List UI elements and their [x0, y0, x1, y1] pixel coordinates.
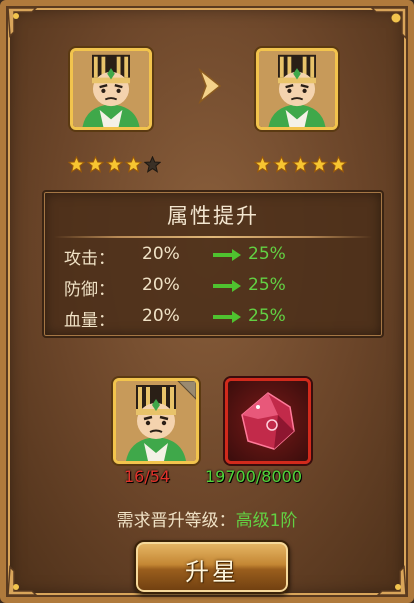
attribute-base-value: 20%: [142, 306, 180, 326]
next-star-rating: [254, 156, 347, 173]
hero-portrait-icon: [259, 51, 335, 127]
attribute-new-value: 25%: [248, 275, 286, 295]
current-star-rating: [68, 156, 161, 173]
upgrade-star-button-label: 升星: [185, 558, 239, 586]
hero-portrait-icon: [73, 51, 149, 127]
attribute-row-defense: 防御： 20% 25%: [64, 275, 364, 300]
star-filled-icon: [87, 156, 104, 173]
close-button[interactable]: [368, 6, 408, 42]
red-gem-icon: [241, 392, 295, 450]
attribute-base-value: 20%: [142, 275, 180, 295]
requirement-line: 需求晋升等级：高级1阶: [6, 506, 408, 531]
next-hero-portrait[interactable]: [256, 48, 338, 130]
hero-shard-slot[interactable]: [113, 378, 199, 464]
hero-shard-count: 16/54: [124, 467, 171, 486]
green-arrow-icon: [213, 280, 241, 292]
attribute-new-value: 25%: [248, 306, 286, 326]
star-filled-icon: [292, 156, 309, 173]
star-filled-icon: [106, 156, 123, 173]
upgrade-arrow-icon: [198, 68, 222, 104]
requirement-label: 需求晋升等级：: [116, 511, 236, 531]
corner-ornament-icon: [6, 6, 40, 40]
gem-material-slot[interactable]: [225, 378, 311, 464]
star-filled-icon: [330, 156, 347, 173]
attribute-label: 防御：: [64, 280, 115, 300]
star-filled-icon: [273, 156, 290, 173]
attribute-new-value: 25%: [248, 244, 286, 264]
green-arrow-icon: [213, 249, 241, 261]
upgrade-star-button[interactable]: 升星: [134, 540, 290, 594]
star-filled-icon: [311, 156, 328, 173]
attribute-row-attack: 攻击： 20% 25%: [64, 244, 364, 269]
gem-count: 19700/8000: [205, 467, 303, 486]
divider: [54, 236, 372, 238]
attribute-boost-title: 属性提升: [167, 204, 259, 228]
attribute-label: 血量：: [64, 311, 115, 331]
star-empty-icon: [144, 156, 161, 173]
attribute-row-hp: 血量： 20% 25%: [64, 306, 364, 331]
star-filled-icon: [125, 156, 142, 173]
corner-ornament-icon: [6, 563, 40, 597]
star-filled-icon: [68, 156, 85, 173]
attribute-boost-box: 属性提升 攻击： 20% 25% 防御： 20% 25% 血量： 20% 25%: [42, 190, 384, 338]
attribute-label: 攻击：: [64, 249, 115, 269]
attribute-base-value: 20%: [142, 244, 180, 264]
corner-ornament-icon: [374, 563, 408, 597]
green-arrow-icon: [213, 311, 241, 323]
star-filled-icon: [254, 156, 271, 173]
requirement-value: 高级1阶: [235, 511, 298, 531]
hero-shard-icon: [116, 381, 196, 461]
current-hero-portrait[interactable]: [70, 48, 152, 130]
upgrade-star-panel: 属性提升 攻击： 20% 25% 防御： 20% 25% 血量： 20% 25%: [0, 0, 414, 603]
